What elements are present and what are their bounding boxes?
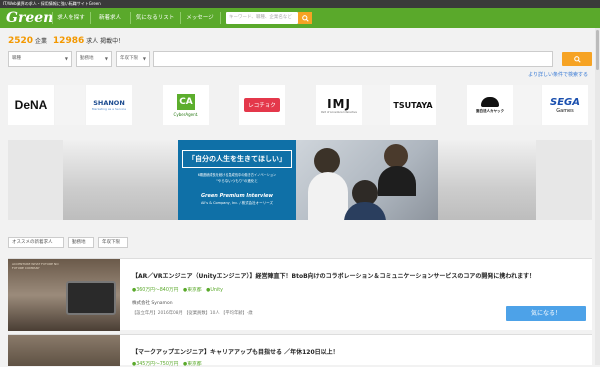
job-meta: ●360万円〜840万円 ●東京都 ●Unity [132, 286, 223, 293]
job-location: 東京都 [187, 288, 202, 293]
job-meta: ●345万円〜750万円 ●東京都 [132, 360, 202, 367]
company-count-unit: 企業 [34, 38, 47, 45]
job-card[interactable]: 【マークアップエンジニア】キャリアアップも目指せる ／年休120日以上！ ●34… [8, 334, 592, 367]
company-logo-subtext: Games [556, 107, 574, 114]
company-logo-recochoku[interactable]: レコチョク [239, 85, 285, 125]
search-icon [301, 14, 309, 22]
sort-salary-select[interactable]: 年収下限 [98, 237, 128, 248]
company-logo-kayac[interactable]: 面白法人カヤック [467, 85, 513, 125]
company-logo-faded[interactable] [513, 85, 541, 125]
nav-divider [220, 12, 221, 24]
company-count: 2520 [8, 36, 34, 46]
job-title[interactable]: 【マークアップエンジニア】キャリアアップも目指せる ／年休120日以上！ [132, 347, 339, 356]
company-logo-faded[interactable] [362, 85, 390, 125]
person-photo [308, 172, 348, 220]
site-logo[interactable]: Green [6, 9, 53, 27]
job-card-image: ACCENTURE WHAT FUTURE NO FUTURE COMPANY [8, 259, 120, 331]
nav-item-search-jobs[interactable]: 求人を探す [52, 8, 90, 28]
nav-item-new-jobs[interactable]: 新着求人 [90, 8, 130, 28]
company-logo-subtext: Marketing as a Service [91, 107, 127, 111]
feature-banner[interactable]: 「自分の人生を生きてほしい」 6期連続成長を続ける急成長中の働き方イノベーション… [8, 140, 592, 220]
company-logo-shanon[interactable]: SHANON Marketing as a Service [86, 85, 132, 125]
office-photo [63, 140, 178, 220]
company-logo-text: 面白法人カヤック [476, 108, 504, 113]
company-logo-cyberagent[interactable]: CA CyberAgent. [163, 85, 209, 125]
job-card-image [8, 335, 120, 366]
nav-item-favorites[interactable]: 気になるリスト [130, 8, 180, 28]
location-select-label: 勤務地 [80, 56, 94, 61]
job-count-unit: 求人 掲載中！ [86, 38, 125, 45]
salary-select[interactable]: 年収下限 ▼ [116, 51, 150, 67]
chevron-down-icon: ▼ [64, 56, 68, 61]
main-nav: Green 求人を探す 新着求人 気になるリスト メッセージ キーワード、職種、… [0, 8, 600, 28]
kayac-mark-icon [481, 96, 499, 107]
job-card-image-caption: ACCENTURE WHAT FUTURE NO FUTURE COMPANY [12, 262, 59, 270]
banner-company: All's & Company, Inc. / 株式会社オーリーズ [201, 201, 273, 205]
scrollbar-thumb[interactable] [596, 30, 599, 70]
nav-search-input[interactable]: キーワード、職種、企業名など [226, 12, 298, 24]
job-card[interactable]: ACCENTURE WHAT FUTURE NO FUTURE COMPANY … [8, 258, 592, 331]
favorite-button[interactable]: 気になる！ [506, 306, 586, 321]
person-photo [344, 202, 386, 220]
company-logo-text: SHANON [93, 99, 125, 107]
chevron-down-icon: ▼ [104, 56, 108, 61]
company-logo-tsutaya[interactable]: TSUTAYA [390, 85, 436, 125]
job-count: 12986 [52, 36, 85, 46]
keyword-search-input[interactable] [153, 51, 553, 67]
search-button[interactable] [562, 52, 592, 66]
company-logo-dena[interactable]: DeNA [8, 85, 54, 125]
person-photo [314, 148, 340, 174]
top-info-bar: IT/Web業界の求人・採用情報に強い転職サイトGreen [0, 0, 600, 8]
nav-search-button[interactable] [298, 12, 312, 24]
nav-item-messages[interactable]: メッセージ [180, 8, 220, 28]
job-skill: Unity [210, 288, 223, 293]
sort-select[interactable]: オススメの新着求人 [8, 237, 64, 248]
banner-subtext-1: 6期連続成長を続ける急成長中の働き方イノベーション [197, 173, 277, 177]
company-logo-text: CyberAgent. [173, 111, 199, 117]
company-logo-sega[interactable]: SEGA Games [542, 85, 588, 125]
banner-text-panel: 「自分の人生を生きてほしい」 6期連続成長を続ける急成長中の働き方イノベーション… [178, 140, 296, 220]
company-logo-strip: DeNA SHANON Marketing as a Service CA Cy… [0, 85, 600, 127]
company-logo-subtext: Part of Accenture Interactive [321, 110, 357, 114]
company-logo-text: SEGA [550, 96, 580, 108]
location-select[interactable]: 勤務地 ▼ [76, 51, 112, 67]
company-logo-text: IMJ [327, 96, 351, 111]
search-icon [573, 55, 581, 63]
job-company-info: 【設立年月】2016年08月 【従業員数】10人 【平均年齢】-歳 [132, 311, 253, 316]
banner-title: Green Premium Interview [200, 193, 274, 199]
search-filters: 職種 ▼ 勤務地 ▼ 年収下限 ▼ [8, 51, 592, 67]
banner-subtext-2: "やらないつもり"の進化と [216, 179, 258, 183]
company-logo-text: レコチョク [244, 98, 280, 112]
job-stats: 2520 企業 12986 求人 掲載中！ [8, 36, 124, 46]
sort-location-select[interactable]: 勤務地 [68, 237, 94, 248]
person-photo [384, 144, 408, 168]
job-type-select-label: 職種 [12, 56, 21, 61]
job-salary: 360万円〜840万円 [136, 288, 179, 293]
device-image [66, 281, 116, 315]
cyberagent-mark-icon: CA [177, 93, 195, 110]
job-company[interactable]: 株式会社 Synamon [132, 300, 173, 306]
person-photo [378, 166, 416, 196]
office-photo [438, 140, 536, 220]
page-scrollbar[interactable] [595, 28, 600, 365]
job-title[interactable]: 【AR／VRエンジニア（Unityエンジニア）】経営陣直下！BtoB向けのコラボ… [132, 271, 535, 280]
advanced-search-link[interactable]: より詳しい条件で検索する [528, 71, 588, 78]
job-type-select[interactable]: 職種 ▼ [8, 51, 72, 67]
company-logo-faded[interactable] [55, 85, 85, 125]
company-logo-imj[interactable]: IMJ Part of Accenture Interactive [316, 85, 362, 125]
top-info-text: IT/Web業界の求人・採用情報に強い転職サイトGreen [3, 1, 101, 6]
chevron-down-icon: ▼ [142, 56, 146, 61]
company-logo-text: TSUTAYA [393, 100, 433, 110]
interview-photo [296, 140, 438, 220]
banner-headline: 「自分の人生を生きてほしい」 [182, 150, 292, 168]
company-logo-text: DeNA [14, 98, 48, 112]
salary-select-label: 年収下限 [120, 56, 138, 61]
